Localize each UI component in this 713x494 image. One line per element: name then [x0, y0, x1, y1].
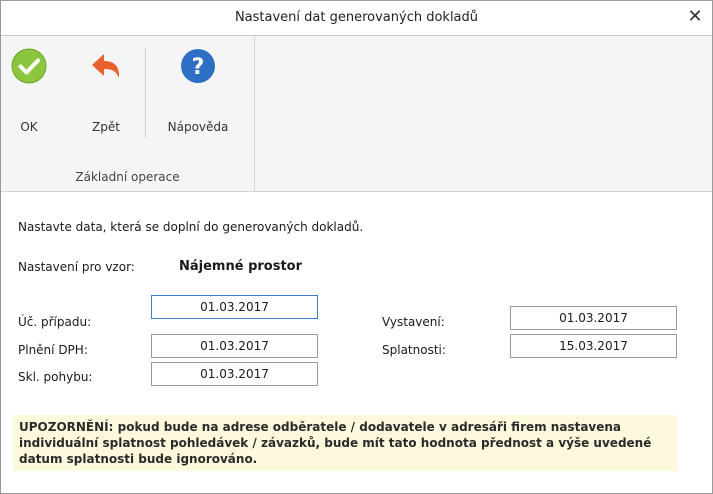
back-button-label: Zpět: [92, 120, 120, 134]
vat-date-label: Plnění DPH:: [18, 343, 88, 357]
issue-date-field[interactable]: 01.03.2017: [510, 306, 677, 330]
ribbon-toolbar: OK Zpět ? Nápověda Základní operace: [1, 36, 712, 192]
warning-notice: UPOZORNĚNÍ: pokud bude na adrese odběrat…: [13, 415, 678, 471]
help-button-label: Nápověda: [167, 120, 229, 134]
vat-date-field[interactable]: 01.03.2017: [151, 334, 318, 358]
stock-movement-date-label: Skl. pohybu:: [18, 370, 93, 384]
help-button[interactable]: ? Nápověda: [155, 42, 241, 152]
intro-text: Nastavte data, která se doplní do genero…: [18, 220, 364, 234]
ok-button-label: OK: [20, 120, 38, 134]
ribbon-group-label: Základní operace: [75, 170, 180, 184]
ok-button[interactable]: OK: [7, 42, 51, 152]
accounting-date-field[interactable]: 01.03.2017: [151, 295, 318, 319]
help-question-icon: ?: [181, 49, 215, 83]
ribbon-separator: [145, 48, 146, 138]
ribbon-group-basic-operations: OK Zpět ? Nápověda Základní operace: [1, 36, 255, 191]
dialog-content: Nastavte data, která se doplní do genero…: [1, 192, 712, 493]
dialog-window: Nastavení dat generovaných dokladů ✕ OK …: [0, 0, 713, 494]
stock-movement-date-field[interactable]: 01.03.2017: [151, 362, 318, 386]
pattern-label: Nastavení pro vzor:: [18, 260, 135, 274]
due-date-field[interactable]: 15.03.2017: [510, 334, 677, 358]
pattern-value: Nájemné prostor: [179, 259, 303, 274]
undo-arrow-icon: [92, 54, 120, 78]
svg-text:?: ?: [192, 55, 205, 80]
due-date-label: Splatnosti:: [382, 343, 446, 357]
accounting-date-label: Úč. případu:: [18, 315, 92, 329]
title-bar: Nastavení dat generovaných dokladů ✕: [1, 1, 712, 36]
back-button[interactable]: Zpět: [81, 42, 131, 152]
ok-check-icon: [11, 48, 47, 84]
window-title: Nastavení dat generovaných dokladů: [234, 10, 479, 25]
close-icon[interactable]: ✕: [678, 1, 712, 35]
issue-date-label: Vystavení:: [382, 315, 445, 329]
